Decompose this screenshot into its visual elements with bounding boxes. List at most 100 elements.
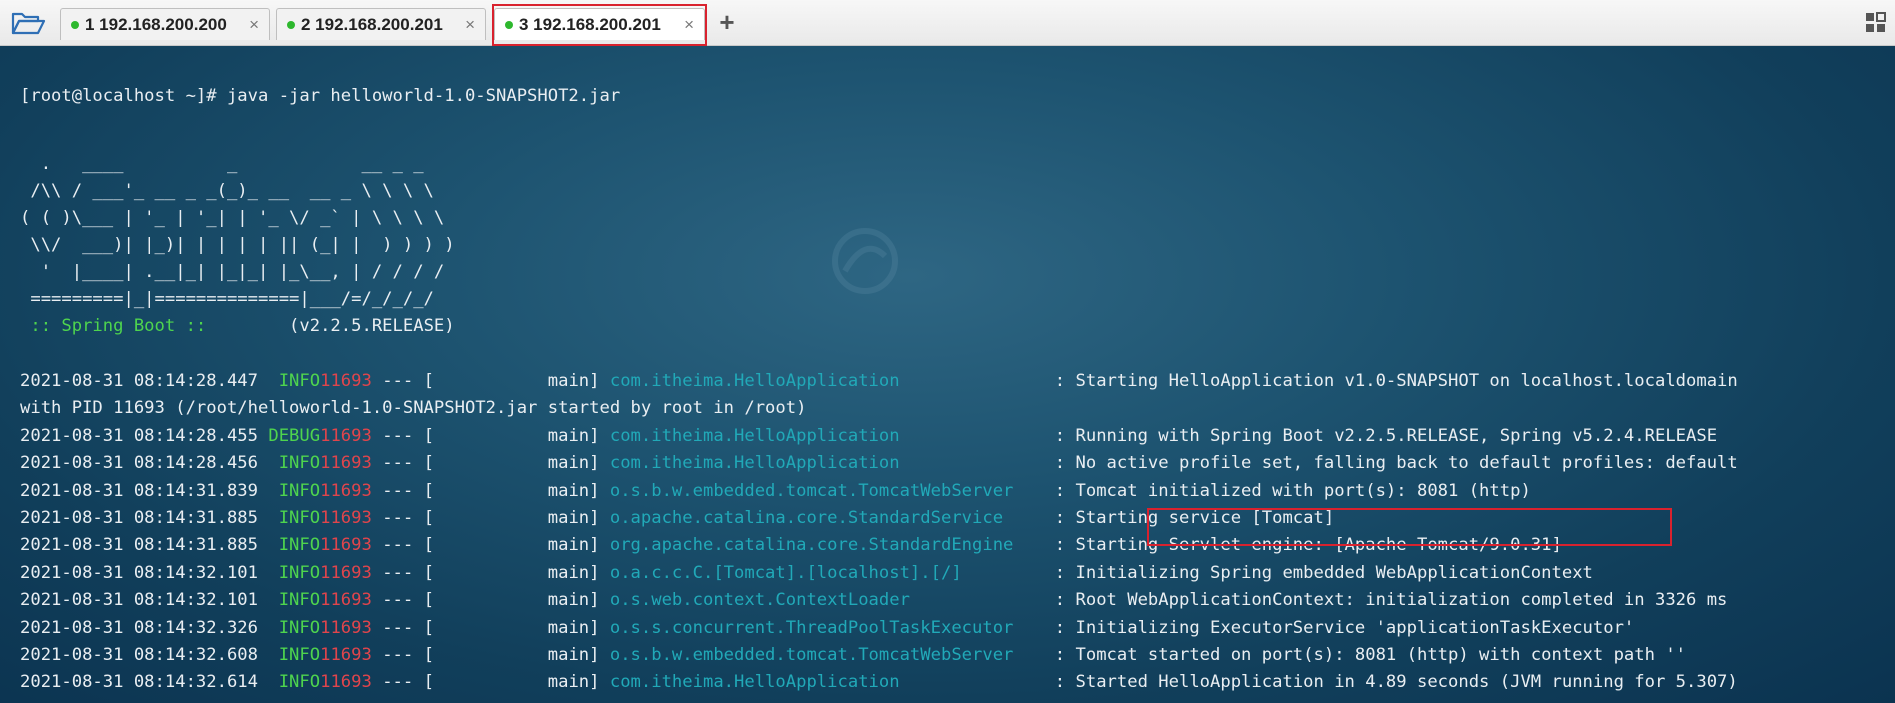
log-timestamp: 2021-08-31 08:14:32.101 <box>20 562 258 583</box>
log-thread: --- [ main] <box>371 453 610 474</box>
tab-session-2[interactable]: 2 192.168.200.201 × <box>276 8 486 40</box>
log-level: INFO <box>258 645 321 665</box>
log-level: INFO <box>258 590 321 611</box>
log-level: INFO <box>258 672 321 693</box>
log-line: 2021-08-31 08:14:28.447 INFO11693 --- [ … <box>20 369 1738 393</box>
log-level: INFO <box>258 480 321 501</box>
log-line: with PID 11693 (/root/helloworld-1.0-SNA… <box>20 396 806 420</box>
log-thread: --- [ main] <box>371 508 610 528</box>
log-message: with PID 11693 (/root/helloworld-1.0-SNA… <box>20 398 807 419</box>
log-logger: o.s.b.w.embedded.tomcat.TomcatWebServer <box>609 645 1045 665</box>
log-logger: o.a.c.c.C.[Tomcat].[localhost].[/] <box>609 562 1045 583</box>
banner-line: \\/ ___)| |_)| | | | | || (_| | ) ) ) ) <box>20 235 455 255</box>
log-logger: o.apache.catalina.core.StandardService <box>609 508 1045 528</box>
log-timestamp: 2021-08-31 08:14:28.456 <box>20 453 258 474</box>
log-logger: com.itheima.HelloApplication <box>609 371 1045 391</box>
spring-boot-label: :: Spring Boot :: <box>20 316 217 336</box>
spring-boot-version: (v2.2.5.RELEASE) <box>216 316 455 336</box>
close-icon[interactable]: × <box>684 9 694 41</box>
tab-session-3[interactable]: 3 192.168.200.201 × <box>494 8 705 40</box>
log-timestamp: 2021-08-31 08:14:28.447 <box>20 371 258 391</box>
tab-session-1[interactable]: 1 192.168.200.200 × <box>60 8 270 40</box>
log-pid: 11693 <box>320 371 372 391</box>
log-line: 2021-08-31 08:14:32.326 INFO11693 --- [ … <box>20 616 1634 640</box>
log-level: INFO <box>258 453 321 474</box>
log-level: INFO <box>258 508 321 528</box>
log-message: : Starting HelloApplication v1.0-SNAPSHO… <box>1044 371 1738 391</box>
log-timestamp: 2021-08-31 08:14:31.839 <box>20 480 258 501</box>
log-pid: 11693 <box>320 645 372 665</box>
log-thread: --- [ main] <box>371 645 610 665</box>
banner-line: ( ( )\___ | '_ | '_| | '_ \/ _` | \ \ \ … <box>20 208 445 228</box>
green-dot-icon <box>71 20 79 29</box>
log-thread: --- [ main] <box>371 617 610 638</box>
log-thread: --- [ main] <box>371 480 610 501</box>
log-pid: 11693 <box>320 617 372 638</box>
log-thread: --- [ main] <box>371 562 610 583</box>
log-line: 2021-08-31 08:14:31.839 INFO11693 --- [ … <box>20 479 1531 503</box>
log-timestamp: 2021-08-31 08:14:32.608 <box>20 645 258 665</box>
log-pid: 11693 <box>320 562 372 583</box>
log-timestamp: 2021-08-31 08:14:31.885 <box>20 508 258 528</box>
log-line: 2021-08-31 08:14:28.456 INFO11693 --- [ … <box>20 451 1738 475</box>
log-logger: com.itheima.HelloApplication <box>609 453 1045 474</box>
log-logger: com.itheima.HelloApplication <box>609 425 1045 446</box>
log-timestamp: 2021-08-31 08:14:28.455 <box>20 425 258 446</box>
log-level: DEBUG <box>258 425 321 446</box>
log-pid: 11693 <box>320 453 372 474</box>
spring-boot-version-line: :: Spring Boot :: (v2.2.5.RELEASE) <box>20 314 455 338</box>
grid-layout-icon[interactable] <box>1865 12 1887 34</box>
log-timestamp: 2021-08-31 08:14:32.614 <box>20 672 258 693</box>
tab-label: 2 192.168.200.201 <box>301 15 443 34</box>
log-level: INFO <box>258 371 321 391</box>
banner-line: =========|_|==============|___/=/_/_/_/ <box>20 289 434 309</box>
add-tab-button[interactable]: + <box>716 7 738 37</box>
green-dot-icon <box>287 20 295 29</box>
folder-open-icon[interactable] <box>10 9 46 37</box>
log-line: 2021-08-31 08:14:32.101 INFO11693 --- [ … <box>20 561 1593 585</box>
log-message: : Running with Spring Boot v2.2.5.RELEAS… <box>1044 425 1718 446</box>
log-pid: 11693 <box>320 508 372 528</box>
log-message: : Starting Servlet engine: [Apache Tomca… <box>1044 535 1562 556</box>
terminal-output[interactable]: [root@localhost ~]# java -jar helloworld… <box>0 46 1895 703</box>
log-level: INFO <box>258 535 321 556</box>
log-pid: 11693 <box>320 590 372 611</box>
log-thread: --- [ main] <box>371 425 610 446</box>
log-thread: --- [ main] <box>371 371 610 391</box>
close-icon[interactable]: × <box>249 9 259 41</box>
banner-line: ' |____| .__|_| |_|_| |_\__, | / / / / <box>20 262 445 282</box>
log-logger: com.itheima.HelloApplication <box>609 672 1045 693</box>
banner-line: /\\ / ___'_ __ _ _(_)_ __ __ _ \ \ \ \ <box>20 181 434 201</box>
tab-label: 3 192.168.200.201 <box>519 15 661 34</box>
log-timestamp: 2021-08-31 08:14:32.101 <box>20 590 258 611</box>
log-message: : Tomcat started on port(s): 8081 (http)… <box>1044 645 1687 665</box>
log-timestamp: 2021-08-31 08:14:32.326 <box>20 617 258 638</box>
log-logger: o.s.s.concurrent.ThreadPoolTaskExecutor <box>609 617 1045 638</box>
green-dot-icon <box>505 20 513 29</box>
log-line: 2021-08-31 08:14:32.614 INFO11693 --- [ … <box>20 670 1738 694</box>
log-message: : No active profile set, falling back to… <box>1044 453 1738 474</box>
log-pid: 11693 <box>320 425 372 446</box>
watermark-logo-icon <box>832 228 898 294</box>
log-logger: o.s.b.w.embedded.tomcat.TomcatWebServer <box>609 480 1045 501</box>
log-line: 2021-08-31 08:14:32.608 INFO11693 --- [ … <box>20 643 1686 667</box>
log-level: INFO <box>258 617 321 638</box>
log-thread: --- [ main] <box>371 672 610 693</box>
log-line: 2021-08-31 08:14:31.885 INFO11693 --- [ … <box>20 533 1562 557</box>
shell-prompt-line: [root@localhost ~]# java -jar helloworld… <box>20 86 621 106</box>
log-message: : Starting service [Tomcat] <box>1044 508 1335 528</box>
log-thread: --- [ main] <box>371 590 610 611</box>
banner-line: . ____ _ __ _ _ <box>20 154 424 174</box>
log-level: INFO <box>258 562 321 583</box>
log-logger: o.s.web.context.ContextLoader <box>609 590 1045 611</box>
log-message: : Root WebApplicationContext: initializa… <box>1044 590 1728 611</box>
log-line: 2021-08-31 08:14:32.101 INFO11693 --- [ … <box>20 588 1727 612</box>
log-pid: 11693 <box>320 480 372 501</box>
tab-label: 1 192.168.200.200 <box>85 15 227 34</box>
close-icon[interactable]: × <box>465 9 475 41</box>
log-message: : Started HelloApplication in 4.89 secon… <box>1044 672 1738 693</box>
log-line: 2021-08-31 08:14:28.455 DEBUG11693 --- [… <box>20 424 1717 448</box>
tab-bar: 1 192.168.200.200 × 2 192.168.200.201 × … <box>0 0 1895 46</box>
log-message: : Initializing Spring embedded WebApplic… <box>1044 562 1593 583</box>
log-thread: --- [ main] <box>371 535 610 556</box>
